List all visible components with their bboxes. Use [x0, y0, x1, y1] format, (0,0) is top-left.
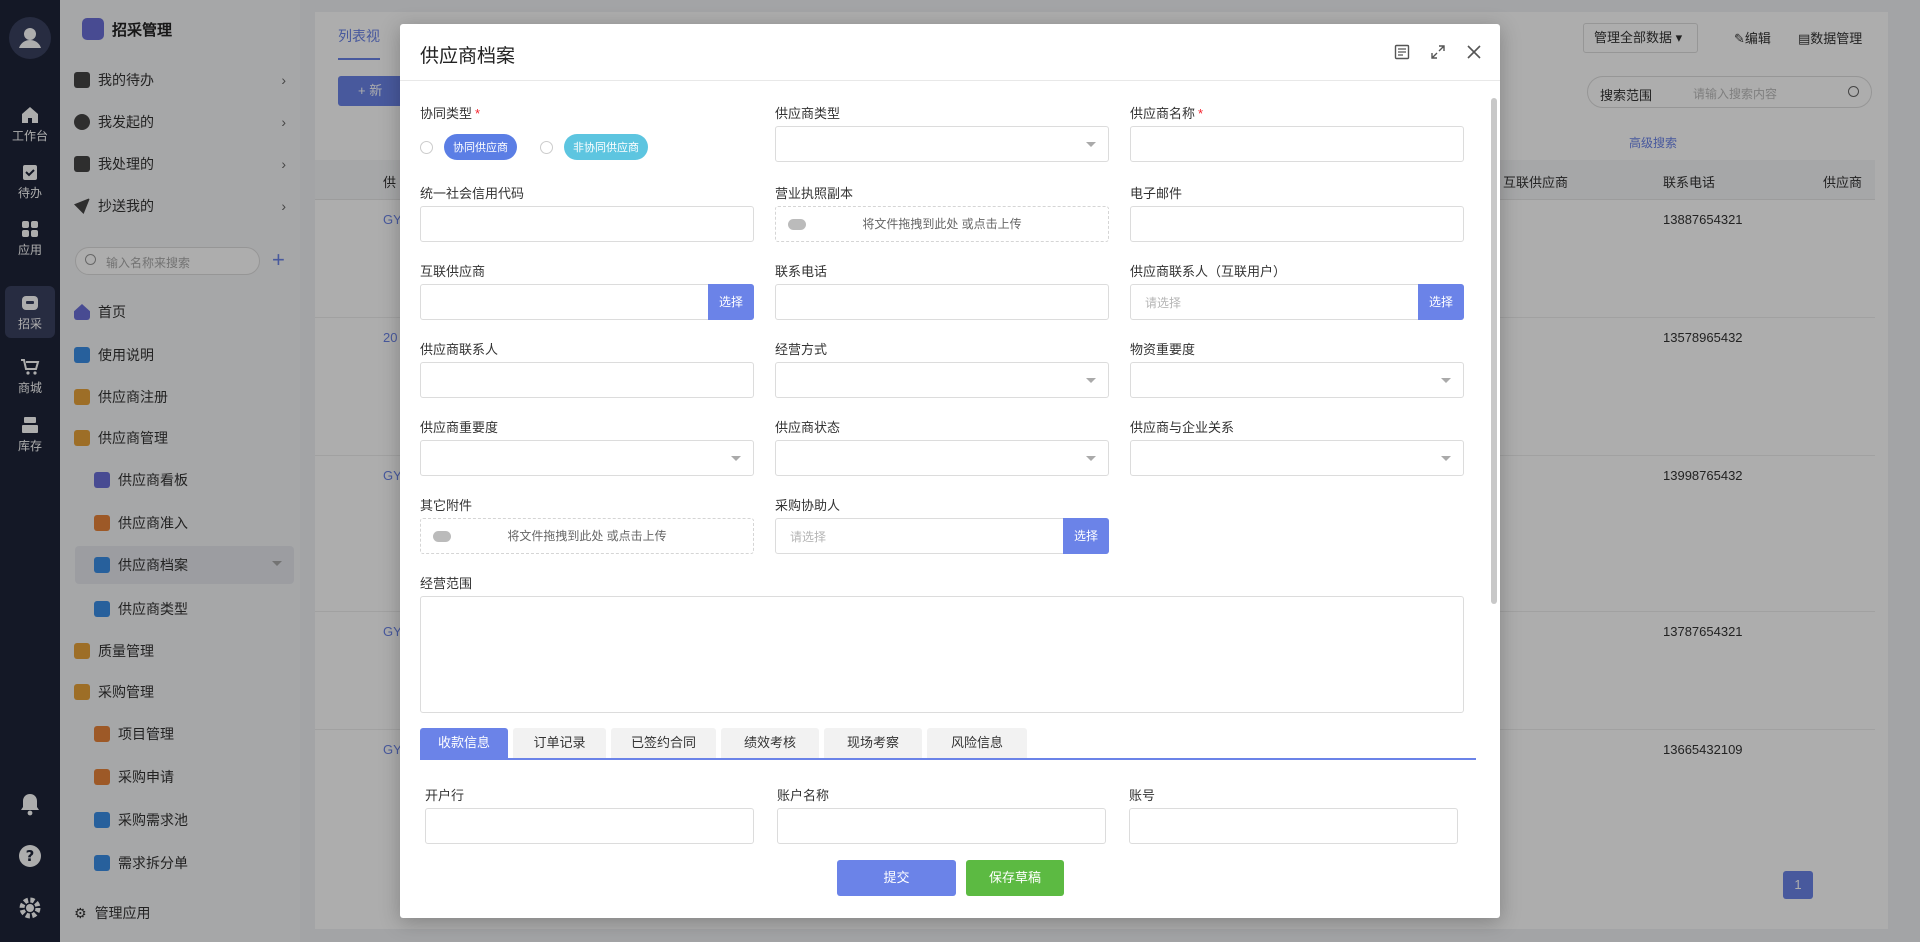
scope-textarea[interactable] [420, 596, 1464, 713]
attachments-label: 其它附件 [420, 498, 473, 513]
radio-circle [420, 140, 433, 154]
linked-supplier-label: 互联供应商 [420, 264, 486, 279]
supplier-status-select[interactable] [775, 440, 1109, 476]
select-button[interactable]: 选择 [1418, 284, 1464, 320]
credit-code-label: 统一社会信用代码 [420, 186, 525, 201]
supplier-importance-label: 供应商重要度 [420, 420, 499, 435]
tab-underline [420, 758, 1476, 760]
relation-select[interactable] [1130, 440, 1464, 476]
assistant-picker[interactable]: 请选择 选择 [775, 518, 1109, 554]
upload-hint: 将文件拖拽到此处 或点击上传 [862, 217, 1022, 231]
supplier-name-label: 供应商名称 * [1130, 106, 1204, 121]
select-button[interactable]: 选择 [1063, 518, 1109, 554]
cloud-upload-icon [433, 531, 451, 542]
scope-label: 经营范围 [420, 576, 473, 591]
biz-mode-label: 经营方式 [775, 342, 828, 357]
credit-code-input[interactable] [420, 206, 754, 242]
required-mark: * [475, 106, 481, 121]
picker-placeholder: 请选择 [790, 530, 827, 544]
tab-site-inspection[interactable]: 现场考察 [824, 728, 922, 758]
linked-contact-label: 供应商联系人（互联用户） [1130, 264, 1287, 279]
account-name-input[interactable] [777, 808, 1106, 844]
save-draft-button[interactable]: 保存草稿 [966, 860, 1064, 896]
account-no-label: 账号 [1129, 788, 1156, 803]
cloud-upload-icon [788, 219, 806, 230]
select-button[interactable]: 选择 [708, 284, 754, 320]
tab-order-records[interactable]: 订单记录 [513, 728, 606, 758]
supplier-type-label: 供应商类型 [775, 106, 841, 121]
biz-mode-select[interactable] [775, 362, 1109, 398]
coop-type-label: 协同类型 * [420, 106, 481, 121]
form-layout-icon[interactable] [1394, 44, 1410, 60]
bank-label: 开户行 [425, 788, 465, 803]
supplier-archive-dialog: 供应商档案 协同类型 * 协同供应商 非协同供应商 供应商类型 供应商名称 * 统一… [400, 24, 1500, 918]
submit-button[interactable]: 提交 [837, 860, 956, 896]
upload-hint: 将文件拖拽到此处 或点击上传 [507, 529, 667, 543]
dialog-title: 供应商档案 [420, 46, 516, 67]
material-importance-label: 物资重要度 [1130, 342, 1196, 357]
assistant-label: 采购协助人 [775, 498, 841, 513]
license-label: 营业执照副本 [775, 186, 854, 201]
contact-input[interactable] [420, 362, 754, 398]
contact-label: 供应商联系人 [420, 342, 499, 357]
bank-input[interactable] [425, 808, 754, 844]
dialog-scrollbar[interactable] [1491, 98, 1497, 604]
tab-payment-info[interactable]: 收款信息 [420, 728, 508, 758]
coop-type-radio-2[interactable]: 非协同供应商 [540, 134, 648, 160]
tab-risk-info[interactable]: 风险信息 [927, 728, 1027, 758]
linked-supplier-picker[interactable]: 选择 [420, 284, 754, 320]
email-input[interactable] [1130, 206, 1464, 242]
required-mark: * [1198, 106, 1204, 121]
coop-type-option: 协同供应商 [444, 134, 517, 160]
picker-placeholder: 请选择 [1145, 296, 1182, 310]
tab-performance[interactable]: 绩效考核 [721, 728, 819, 758]
account-no-input[interactable] [1129, 808, 1458, 844]
coop-type-radio-1[interactable]: 协同供应商 [420, 134, 517, 160]
supplier-type-select[interactable] [775, 126, 1109, 162]
supplier-importance-select[interactable] [420, 440, 754, 476]
account-name-label: 账户名称 [777, 788, 830, 803]
dialog-header: 供应商档案 [400, 24, 1500, 81]
supplier-status-label: 供应商状态 [775, 420, 841, 435]
email-label: 电子邮件 [1130, 186, 1183, 201]
material-importance-select[interactable] [1130, 362, 1464, 398]
radio-circle [540, 140, 553, 154]
close-icon[interactable] [1466, 44, 1482, 60]
license-upload[interactable]: 将文件拖拽到此处 或点击上传 [775, 206, 1109, 242]
expand-icon[interactable] [1430, 44, 1446, 60]
tab-signed-contracts[interactable]: 已签约合同 [611, 728, 716, 758]
supplier-name-input[interactable] [1130, 126, 1464, 162]
coop-type-option: 非协同供应商 [564, 134, 648, 160]
relation-label: 供应商与企业关系 [1130, 420, 1235, 435]
linked-contact-picker[interactable]: 请选择 选择 [1130, 284, 1464, 320]
phone-label: 联系电话 [775, 264, 828, 279]
attachments-upload[interactable]: 将文件拖拽到此处 或点击上传 [420, 518, 754, 554]
phone-input[interactable] [775, 284, 1109, 320]
